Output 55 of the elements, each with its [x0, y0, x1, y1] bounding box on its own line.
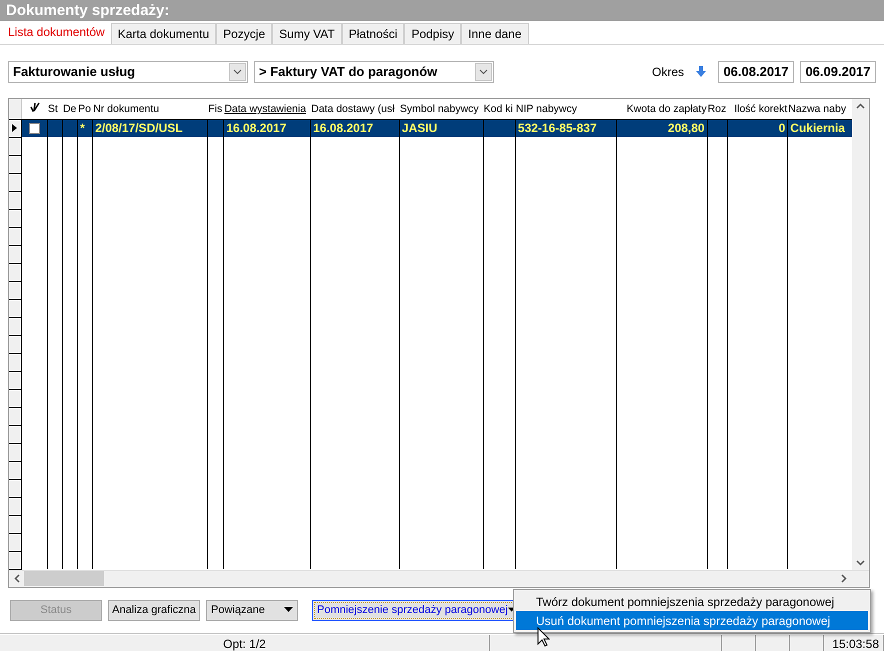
column-header[interactable]: Roz	[708, 102, 726, 115]
table-cell: 16.08.2017	[313, 121, 374, 136]
column-header[interactable]: De	[62, 102, 76, 115]
caret-icon	[284, 607, 293, 614]
button[interactable]: Powiązane	[206, 600, 298, 621]
scroll-down-icon[interactable]	[856, 560, 865, 566]
arrow-down-icon[interactable]	[696, 66, 706, 78]
table-cell: 532-16-85-837	[518, 121, 597, 136]
column-header[interactable]: Po	[78, 102, 91, 115]
window-title: Dokumenty sprzedaży:	[0, 0, 884, 22]
date-to-field[interactable]: 06.09.2017	[800, 60, 876, 83]
row-pointer-icon	[12, 124, 18, 132]
tab[interactable]: Karta dokumentu	[110, 23, 216, 44]
column-header[interactable]: Data dostawy (usł	[311, 102, 395, 115]
scroll-left-icon[interactable]	[14, 574, 20, 584]
column-header[interactable]: Nazwa naby	[788, 102, 846, 115]
column-header[interactable]: Kod ki	[484, 102, 513, 115]
date-from-field[interactable]: 06.08.2017	[718, 60, 794, 83]
category-dropdown[interactable]: Fakturowanie usług	[8, 60, 248, 83]
column-header[interactable]: Nr dokumentu	[93, 102, 160, 115]
status-info: Opt: 1/2	[0, 635, 490, 651]
table-cell: Cukiernia	[790, 121, 845, 136]
column-header[interactable]: Kwota do zapłaty	[626, 102, 707, 115]
tab[interactable]: Podpisy	[404, 23, 462, 44]
document-type-dropdown[interactable]: > Faktury VAT do paragonów	[254, 60, 494, 83]
row-header[interactable]	[9, 119, 22, 138]
column-header[interactable]: Symbol nabywcy	[400, 102, 479, 115]
table-cell: 16.08.2017	[226, 121, 286, 136]
scrollbar-thumb[interactable]	[24, 571, 104, 586]
column-header[interactable]: St	[48, 102, 58, 115]
chevron-down-icon	[233, 68, 242, 75]
table-cell: 208,80	[668, 121, 705, 136]
button[interactable]: Analiza graficzna	[108, 600, 200, 621]
horizontal-scrollbar[interactable]	[9, 570, 869, 587]
column-header[interactable]: NIP nabywcy	[516, 102, 577, 115]
tab[interactable]: Płatności	[342, 23, 404, 44]
table-cell: 0	[778, 121, 786, 136]
checkmark-icon	[30, 102, 40, 112]
tab[interactable]: Inne dane	[461, 23, 529, 44]
status-time: 15:03:58	[824, 635, 884, 651]
table-cell: *	[80, 121, 85, 136]
row-checkbox[interactable]	[28, 122, 40, 134]
tab[interactable]: Pozycje	[216, 23, 272, 44]
column-header[interactable]: Ilość korekt	[734, 102, 788, 115]
vertical-scrollbar[interactable]	[852, 99, 869, 570]
chevron-down-icon	[479, 68, 488, 75]
tab[interactable]: Sumy VAT	[272, 23, 342, 44]
menu-item[interactable]: Usuń dokument pomniejszenia sprzedaży paragonowej	[516, 611, 868, 630]
table-cell: 2/08/17/SD/USL	[95, 121, 183, 136]
column-header[interactable]: Data wystawienia	[224, 102, 306, 115]
table-cell: JASIU	[402, 121, 438, 136]
period-label: Okres	[652, 64, 684, 79]
column-header[interactable]: Fis	[208, 102, 222, 115]
scroll-right-icon[interactable]	[841, 574, 847, 584]
scroll-up-icon[interactable]	[856, 103, 865, 110]
